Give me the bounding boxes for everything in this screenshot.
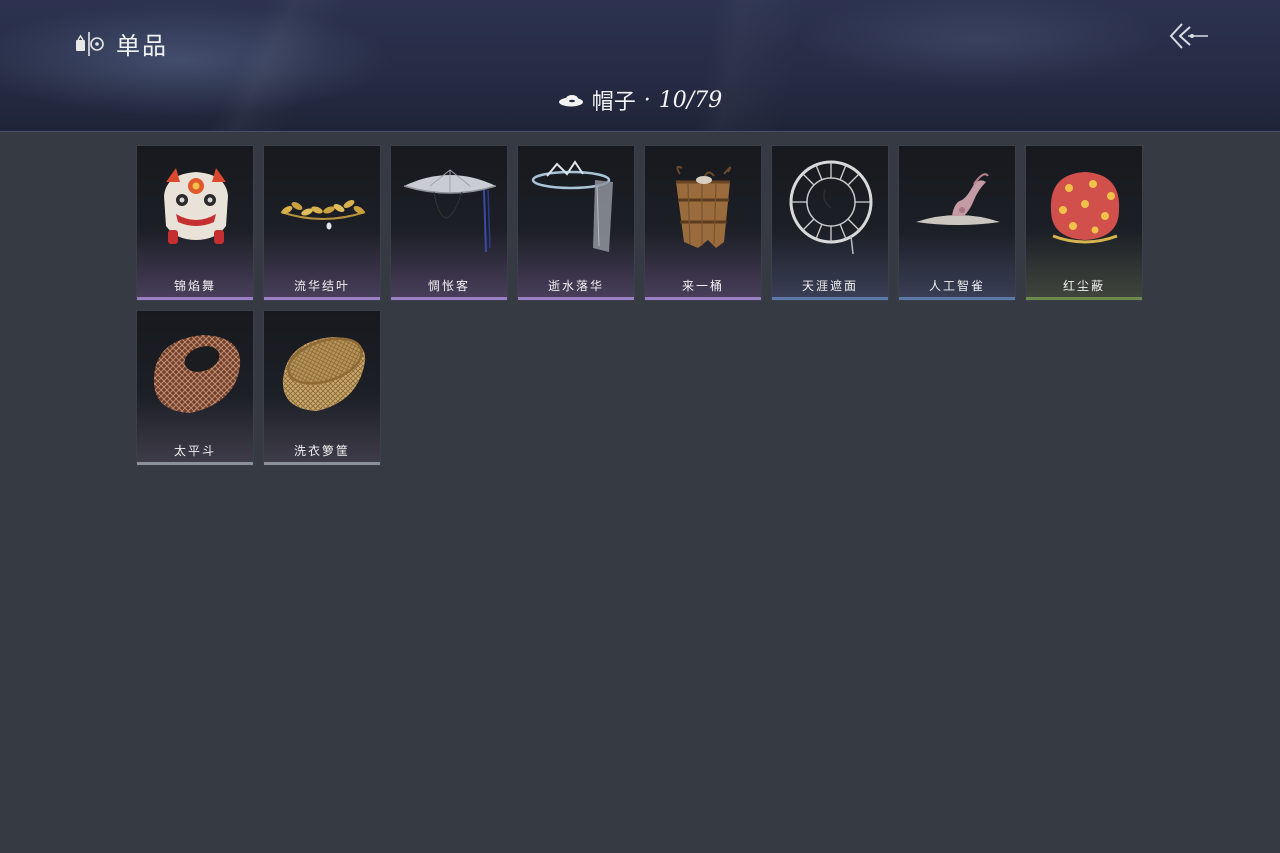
- page-title-group: 单品: [74, 26, 168, 61]
- red-hood-icon: [1050, 172, 1120, 244]
- hat-icon: [558, 95, 583, 107]
- item-card[interactable]: 来一桶: [644, 145, 762, 301]
- item-name: 人工智雀: [928, 279, 985, 293]
- item-card[interactable]: 天涯遮面: [771, 145, 889, 301]
- item-name: 锦焰舞: [173, 279, 216, 293]
- rarity-bar: [264, 462, 380, 465]
- veiled-hat-icon: [531, 160, 613, 252]
- item-card[interactable]: 洗衣箩筐: [263, 310, 381, 466]
- hoop-frame-hat-icon: [789, 160, 873, 255]
- item-card[interactable]: 惆怅客: [390, 145, 508, 301]
- page-title: 单品: [116, 32, 168, 60]
- double-chevron-left-icon[interactable]: [1166, 18, 1210, 54]
- category-label: 帽子: [591, 90, 636, 115]
- item-name: 天涯遮面: [801, 279, 858, 293]
- rarity-bar: [137, 462, 253, 465]
- item-name: 逝水落华: [547, 279, 604, 293]
- wardrobe-icon: [76, 31, 104, 56]
- item-card[interactable]: 逝水落华: [517, 145, 635, 301]
- item-count: 10/79: [658, 87, 723, 113]
- bird-hat-icon: [916, 173, 1000, 225]
- rarity-bar: [645, 297, 761, 300]
- item-name: 来一桶: [681, 279, 724, 293]
- category-separator: ·: [643, 87, 651, 113]
- rarity-bar: [518, 297, 634, 300]
- rarity-bar: [772, 297, 888, 300]
- rarity-bar: [1026, 297, 1142, 300]
- rarity-bar: [264, 297, 380, 300]
- item-name: 红尘蔽: [1062, 279, 1105, 293]
- bamboo-hat-icon: [403, 169, 497, 253]
- item-name: 太平斗: [173, 444, 216, 458]
- item-card[interactable]: 锦焰舞: [136, 145, 254, 301]
- header-bar: 单品 帽子 · 10/79: [0, 0, 1280, 132]
- rarity-bar: [899, 297, 1015, 300]
- item-card[interactable]: 太平斗: [136, 310, 254, 466]
- item-card[interactable]: 红尘蔽: [1025, 145, 1143, 301]
- laundry-basket-icon: [282, 337, 366, 411]
- woven-basket-hat-icon: [153, 335, 241, 413]
- golden-leaf-wreath-icon: [280, 200, 366, 230]
- item-card[interactable]: 人工智雀: [898, 145, 1016, 301]
- lion-dance-head-icon: [164, 168, 228, 244]
- item-name: 流华结叶: [293, 279, 350, 293]
- item-name: 洗衣箩筐: [293, 444, 350, 458]
- rarity-bar: [137, 297, 253, 300]
- category-header: 帽子 · 10/79: [0, 84, 1280, 116]
- rarity-bar: [391, 297, 507, 300]
- item-name: 惆怅客: [427, 279, 470, 293]
- wooden-bucket-icon: [676, 165, 732, 248]
- item-card[interactable]: 流华结叶: [263, 145, 381, 301]
